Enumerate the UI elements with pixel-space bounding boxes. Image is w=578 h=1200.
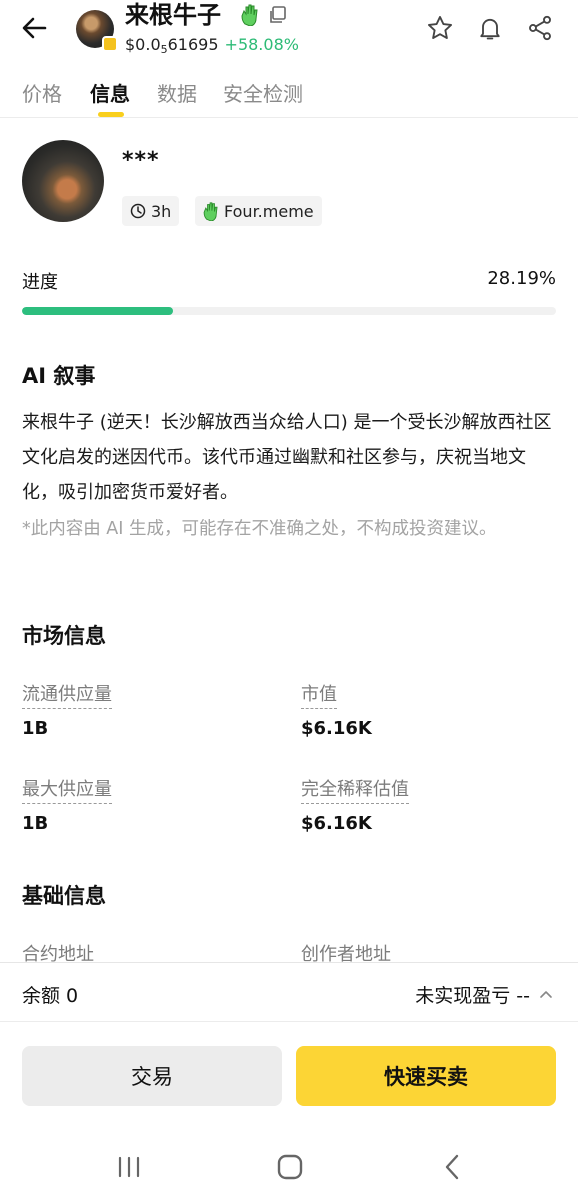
token-name: *** — [122, 148, 160, 173]
progress-fill — [22, 307, 173, 315]
header-actions — [426, 14, 554, 42]
tab-security[interactable]: 安全检测 — [223, 78, 303, 107]
copy-icon[interactable] — [267, 5, 287, 25]
market-section-title: 市场信息 — [22, 624, 106, 648]
system-nav-bar — [0, 1133, 578, 1200]
circulating-supply-label[interactable]: 流通供应量 — [22, 680, 112, 709]
balance-text: 余额 0 — [22, 985, 79, 1007]
unrealized-pnl[interactable]: 未实现盈亏 -- — [415, 981, 554, 1008]
price-prefix: $0.0 — [125, 35, 161, 54]
quick-trade-button[interactable]: 快速买卖 — [296, 1046, 556, 1106]
ai-disclaimer: *此内容由 AI 生成，可能存在不准确之处，不构成投资建议。 — [22, 519, 497, 539]
tab-bar: 价格 信息 数据 安全检测 — [0, 72, 578, 118]
age-chip: 3h — [122, 196, 180, 226]
platform-chip[interactable]: Four.meme — [195, 196, 322, 226]
token-avatar-small — [76, 10, 118, 52]
pnl-text: 未实现盈亏 -- — [415, 985, 530, 1007]
clock-icon — [130, 203, 146, 219]
token-title: 来根牛子 — [125, 1, 221, 29]
hand-wave-icon — [241, 4, 258, 26]
bottom-panel: 余额 0 未实现盈亏 -- 交易 快速买卖 — [0, 963, 578, 1200]
fdv-label[interactable]: 完全稀释估值 — [301, 775, 409, 804]
max-supply-label[interactable]: 最大供应量 — [22, 775, 112, 804]
price-change: +58.08% — [224, 35, 299, 54]
home-button[interactable] — [270, 1151, 310, 1183]
tab-info[interactable]: 信息 — [90, 78, 130, 107]
recent-apps-icon — [118, 1156, 140, 1178]
back-nav-button[interactable] — [432, 1151, 472, 1183]
ai-section-title: AI 叙事 — [22, 364, 96, 388]
bell-icon[interactable] — [476, 14, 504, 42]
recent-apps-button[interactable] — [109, 1151, 149, 1183]
progress-bar — [22, 307, 556, 315]
top-header: 来根牛子 $0.0561695 +58.08% — [0, 0, 578, 60]
back-chevron-icon — [445, 1154, 459, 1180]
market-cap-label[interactable]: 市值 — [301, 680, 337, 709]
chevron-up-icon — [540, 990, 552, 998]
star-icon[interactable] — [426, 14, 454, 42]
circulating-supply-value: 1B — [22, 718, 49, 739]
progress-value: 28.19% — [487, 268, 556, 289]
price-line: $0.0561695 +58.08% — [125, 35, 299, 56]
trade-button[interactable]: 交易 — [22, 1046, 282, 1106]
chain-badge-icon — [102, 36, 118, 52]
active-tab-indicator — [98, 112, 124, 117]
price-digits: 61695 — [167, 35, 219, 54]
price-subscript: 5 — [160, 43, 168, 56]
back-button[interactable] — [18, 12, 50, 44]
divider — [0, 1021, 578, 1022]
platform-text: Four.meme — [224, 201, 314, 221]
progress-label: 进度 — [22, 272, 58, 293]
token-avatar — [22, 140, 104, 222]
back-arrow-icon — [22, 17, 47, 39]
share-icon[interactable] — [526, 14, 554, 42]
ai-narrative-text: 来根牛子 (逆天！长沙解放西当众给人口) 是一个受长沙解放西社区文化启发的迷因代… — [22, 412, 552, 503]
hand-wave-icon — [203, 201, 218, 221]
tab-price[interactable]: 价格 — [22, 78, 62, 107]
home-icon — [277, 1154, 303, 1180]
age-text: 3h — [151, 201, 172, 221]
fdv-value: $6.16K — [301, 813, 372, 834]
market-cap-value: $6.16K — [301, 718, 372, 739]
max-supply-value: 1B — [22, 813, 49, 834]
tab-data[interactable]: 数据 — [157, 78, 197, 107]
title-icons — [241, 4, 287, 26]
basic-section-title: 基础信息 — [22, 884, 106, 908]
